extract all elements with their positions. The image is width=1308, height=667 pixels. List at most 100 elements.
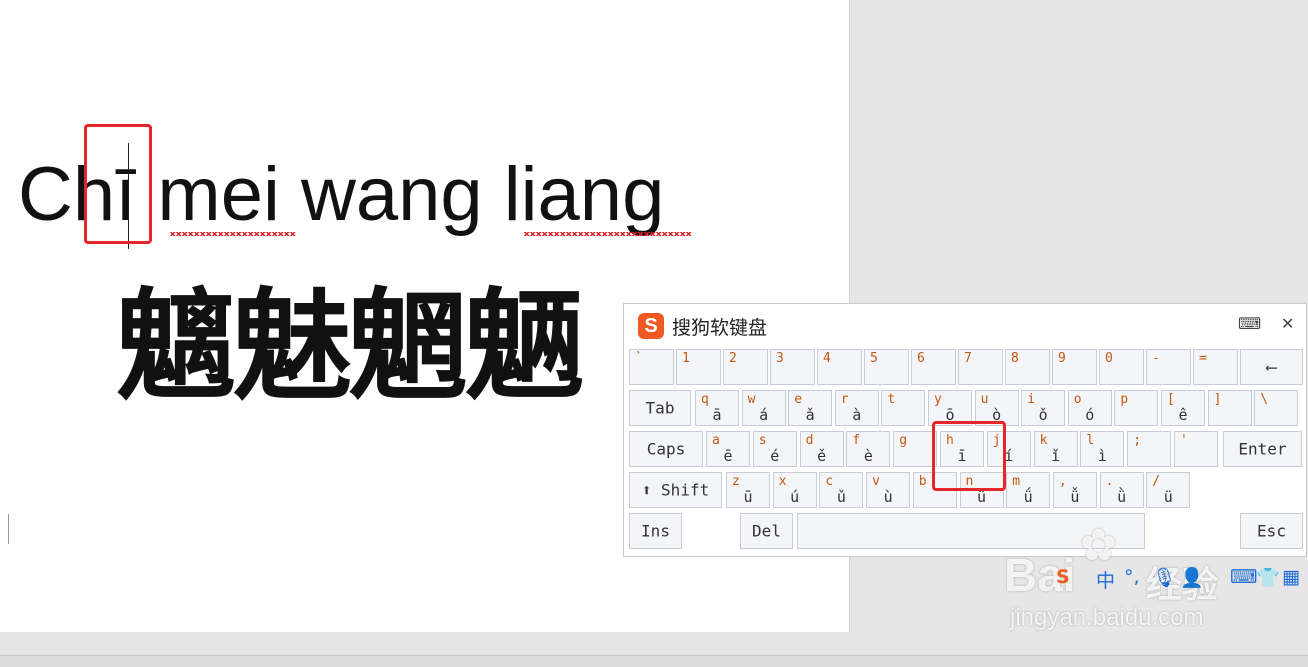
- caps-key[interactable]: Caps: [629, 431, 703, 467]
- key-symbol: 9: [1058, 351, 1066, 366]
- key-e[interactable]: eǎ: [788, 390, 833, 426]
- key-tone-letter: ē: [723, 447, 733, 465]
- key-tone-letter: à: [852, 406, 862, 424]
- key-tone-letter: ě: [817, 447, 827, 465]
- tab-key[interactable]: Tab: [629, 390, 691, 426]
- key-a[interactable]: aē: [706, 431, 750, 467]
- key-\[interactable]: \: [1254, 390, 1299, 426]
- key-m[interactable]: mǘ: [1006, 472, 1051, 508]
- key-tone-letter: ǔ: [836, 488, 846, 506]
- key-symbol: 3: [776, 351, 784, 366]
- spellcheck-underline-mei-wang: [170, 232, 296, 236]
- key-symbol: y: [934, 392, 942, 407]
- highlight-box-i-macron: [84, 124, 152, 244]
- keyboard-icon[interactable]: ⌨: [1238, 314, 1261, 333]
- key-symbol: b: [918, 474, 927, 489]
- key-tone-letter: ā: [712, 406, 722, 424]
- key-symbol: c: [825, 474, 834, 489]
- skin-icon[interactable]: 👕: [1256, 566, 1280, 589]
- key-slash[interactable]: / ü: [1146, 472, 1191, 508]
- key-s[interactable]: sé: [752, 431, 797, 467]
- key-tone-letter: ì: [1097, 447, 1107, 465]
- key-8[interactable]: 8: [1005, 349, 1050, 385]
- del-key[interactable]: Del: [740, 513, 793, 549]
- key-v[interactable]: vù: [866, 472, 911, 508]
- key-w[interactable]: wá: [741, 390, 786, 426]
- key-7[interactable]: 7: [958, 349, 1003, 385]
- ime-logo-icon[interactable]: S: [1056, 566, 1070, 588]
- esc-key[interactable]: Esc: [1240, 513, 1303, 549]
- key-l[interactable]: lì: [1080, 431, 1125, 467]
- key-1[interactable]: 1: [676, 349, 721, 385]
- key-symbol: s: [758, 433, 767, 448]
- key-symbol: .: [1105, 474, 1114, 489]
- key-symbol: /: [1152, 474, 1161, 489]
- key-][interactable]: ]: [1207, 390, 1252, 426]
- key-d[interactable]: dě: [799, 431, 844, 467]
- close-icon[interactable]: ✕: [1281, 314, 1294, 333]
- key-t[interactable]: t: [881, 390, 926, 426]
- key-x[interactable]: xú: [772, 472, 817, 508]
- key-6[interactable]: 6: [911, 349, 956, 385]
- key-p[interactable]: p: [1114, 390, 1159, 426]
- key-f[interactable]: fè: [846, 431, 891, 467]
- key-tone-letter: ǘ: [1023, 488, 1033, 506]
- key-symbol: a: [712, 433, 720, 448]
- key-tone-letter: ǜ: [1117, 488, 1127, 506]
- pinyin-mode-icon[interactable]: 中: [1096, 566, 1115, 593]
- key-q[interactable]: qā: [695, 390, 739, 426]
- key-symbol: w: [747, 392, 756, 407]
- toolbox-icon[interactable]: ▦: [1282, 566, 1300, 588]
- key-2[interactable]: 2: [723, 349, 768, 385]
- shift-key[interactable]: ⬆ Shift: [629, 472, 722, 508]
- key-symbol: 1: [682, 351, 690, 366]
- watermark-url: jingyan.baidu.com: [1010, 604, 1204, 631]
- key-o[interactable]: oó: [1067, 390, 1112, 426]
- key-tone-letter: ù: [883, 488, 893, 506]
- ins-key[interactable]: Ins: [629, 513, 682, 549]
- backspace-key[interactable]: ⟵: [1240, 349, 1303, 385]
- keyboard-tray-icon[interactable]: ⌨: [1230, 566, 1257, 588]
- key-symbol: ]: [1213, 392, 1222, 407]
- key-11[interactable]: -: [1146, 349, 1191, 385]
- punctuation-icon[interactable]: °,: [1124, 566, 1140, 588]
- voice-icon[interactable]: 🎙: [1152, 566, 1176, 589]
- key-9[interactable]: 9: [1052, 349, 1097, 385]
- key-r[interactable]: rà: [834, 390, 879, 426]
- key-symbol: 2: [729, 351, 737, 366]
- chinese-text-line[interactable]: 魑魅魍魉: [116, 282, 584, 412]
- key-3[interactable]: 3: [770, 349, 815, 385]
- soft-keyboard-window[interactable]: S 搜狗软键盘 ⌨ ✕ ` 1 2 3 4 5 6 7 8 9 0- = ⟵ Tab q ā w á e ǎ r à t y ō…: [623, 303, 1307, 557]
- key-symbol: m: [1012, 474, 1021, 489]
- key-'[interactable]: ': [1174, 431, 1218, 467]
- key-i[interactable]: iǒ: [1021, 390, 1066, 426]
- enter-key[interactable]: Enter: [1223, 431, 1302, 467]
- key-symbol: 0: [1105, 351, 1113, 366]
- key-[[interactable]: [ê: [1161, 390, 1205, 426]
- key-10[interactable]: 0: [1099, 349, 1144, 385]
- key-g[interactable]: g: [893, 431, 938, 467]
- key-symbol: =: [1199, 351, 1207, 366]
- key-;[interactable]: ;: [1127, 431, 1172, 467]
- key-z[interactable]: zū: [726, 472, 770, 508]
- person-icon[interactable]: 👤: [1180, 566, 1204, 589]
- key-symbol: i: [1027, 392, 1036, 407]
- key-4[interactable]: 4: [817, 349, 862, 385]
- key-symbol: q: [701, 392, 709, 407]
- key-symbol: o: [1073, 392, 1082, 407]
- key-tone-letter: á: [759, 406, 769, 424]
- key-label: ⟵: [1266, 357, 1277, 377]
- key-c[interactable]: cǔ: [819, 472, 864, 508]
- key-symbol: t: [887, 392, 896, 407]
- key-symbol: 5: [870, 351, 878, 366]
- key-symbol: 7: [964, 351, 972, 366]
- key-tone-letter: ǐ: [1051, 447, 1061, 465]
- key-,[interactable]: ,ǚ: [1052, 472, 1097, 508]
- key-5[interactable]: 5: [864, 349, 909, 385]
- key-symbol: g: [899, 433, 908, 448]
- key-k[interactable]: kǐ: [1033, 431, 1078, 467]
- key-tone-letter: ǚ: [1070, 488, 1080, 506]
- key-12[interactable]: =: [1193, 349, 1238, 385]
- key-.[interactable]: .ǜ: [1099, 472, 1144, 508]
- key-0[interactable]: `: [629, 349, 674, 385]
